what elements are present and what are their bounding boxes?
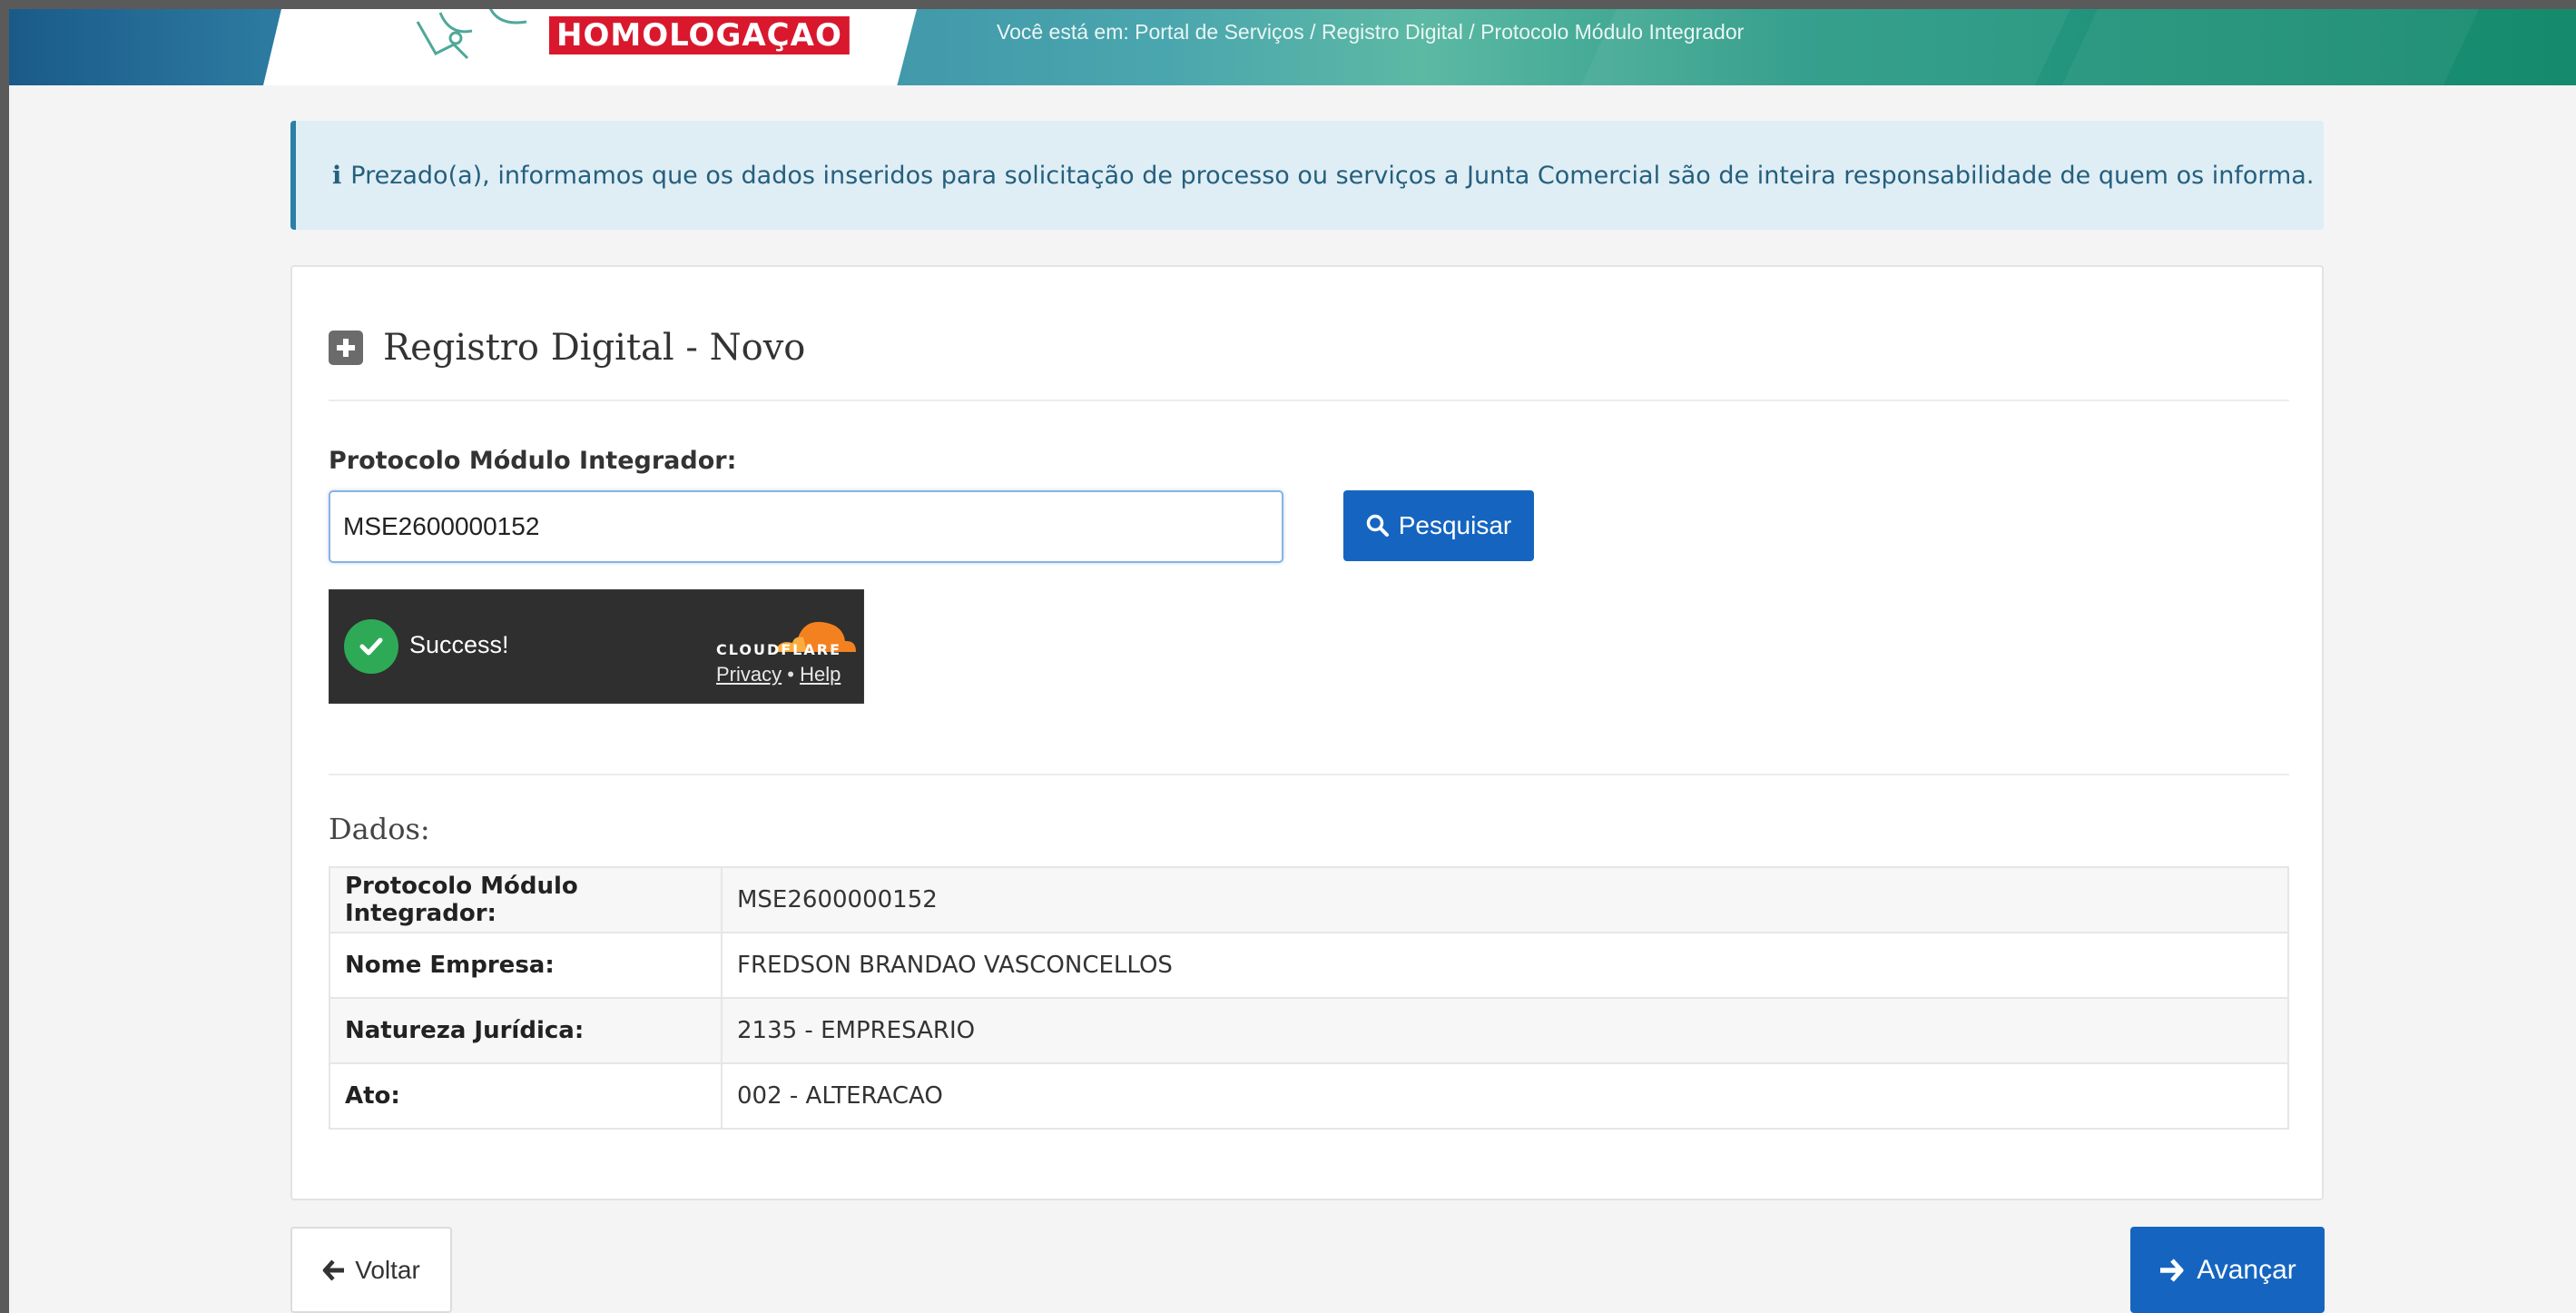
back-button-label: Voltar <box>355 1255 420 1284</box>
row-label: Protocolo Módulo Integrador: <box>329 866 723 933</box>
captcha-links: Privacy • Help <box>716 663 841 686</box>
header-decor-shape <box>2055 9 2483 85</box>
row-value: FREDSON BRANDAO VASCONCELLOS <box>721 932 2289 999</box>
row-label: Nome Empresa: <box>329 932 723 999</box>
panel-title: Registro Digital - Novo <box>383 327 806 369</box>
data-section-title: Dados: <box>329 812 430 846</box>
row-label: Ato: <box>329 1062 723 1130</box>
info-icon: i <box>332 161 342 190</box>
info-alert: i Prezado(a), informamos que os dados in… <box>290 121 2324 230</box>
divider <box>329 400 2289 401</box>
link-separator: • <box>787 663 794 686</box>
table-row: Nome Empresa: FREDSON BRANDAO VASCONCELL… <box>329 932 2289 999</box>
site-header: HOMOLOGAÇAO Você está em: Portal de Serv… <box>9 9 2576 85</box>
next-button[interactable]: Avançar <box>2130 1227 2325 1313</box>
row-value: 2135 - EMPRESARIO <box>721 997 2289 1064</box>
table-row: Natureza Jurídica: 2135 - EMPRESARIO <box>329 997 2289 1064</box>
cloudflare-brand: CLOUDFLARE <box>716 641 841 658</box>
search-button[interactable]: Pesquisar <box>1343 490 1534 561</box>
help-link[interactable]: Help <box>800 663 841 686</box>
arrow-left-icon <box>322 1259 345 1281</box>
privacy-link[interactable]: Privacy <box>716 663 782 686</box>
cloudflare-captcha-widget[interactable]: Success! CLOUDFLARE Privacy • Help <box>329 589 864 704</box>
table-row: Protocolo Módulo Integrador: MSE26000001… <box>329 866 2289 933</box>
data-table: Protocolo Módulo Integrador: MSE26000001… <box>329 866 2289 1130</box>
search-icon <box>1366 514 1389 537</box>
logo-illustration-icon <box>416 9 527 60</box>
protocol-input[interactable] <box>329 490 1283 563</box>
environment-badge: HOMOLOGAÇAO <box>549 16 850 54</box>
table-row: Ato: 002 - ALTERACAO <box>329 1062 2289 1130</box>
back-button[interactable]: Voltar <box>290 1227 452 1313</box>
divider <box>329 774 2289 775</box>
search-button-label: Pesquisar <box>1398 511 1512 539</box>
captcha-status: Success! <box>409 631 509 658</box>
alert-text: Prezado(a), informamos que os dados inse… <box>350 161 2315 190</box>
protocol-field-label: Protocolo Módulo Integrador: <box>329 447 737 475</box>
next-button-label: Avançar <box>2197 1254 2296 1285</box>
browser-viewport: HOMOLOGAÇAO Você está em: Portal de Serv… <box>9 9 2576 1313</box>
panel-header: Registro Digital - Novo <box>329 327 805 369</box>
arrow-right-icon <box>2160 1258 2184 1282</box>
row-value: 002 - ALTERACAO <box>721 1062 2289 1130</box>
row-label: Natureza Jurídica: <box>329 997 723 1064</box>
breadcrumb: Você está em: Portal de Serviços / Regis… <box>997 20 1745 44</box>
check-icon <box>344 619 398 674</box>
row-value: MSE2600000152 <box>721 866 2289 933</box>
plus-square-icon <box>329 331 363 365</box>
registro-panel: Registro Digital - Novo Protocolo Módulo… <box>290 265 2324 1200</box>
